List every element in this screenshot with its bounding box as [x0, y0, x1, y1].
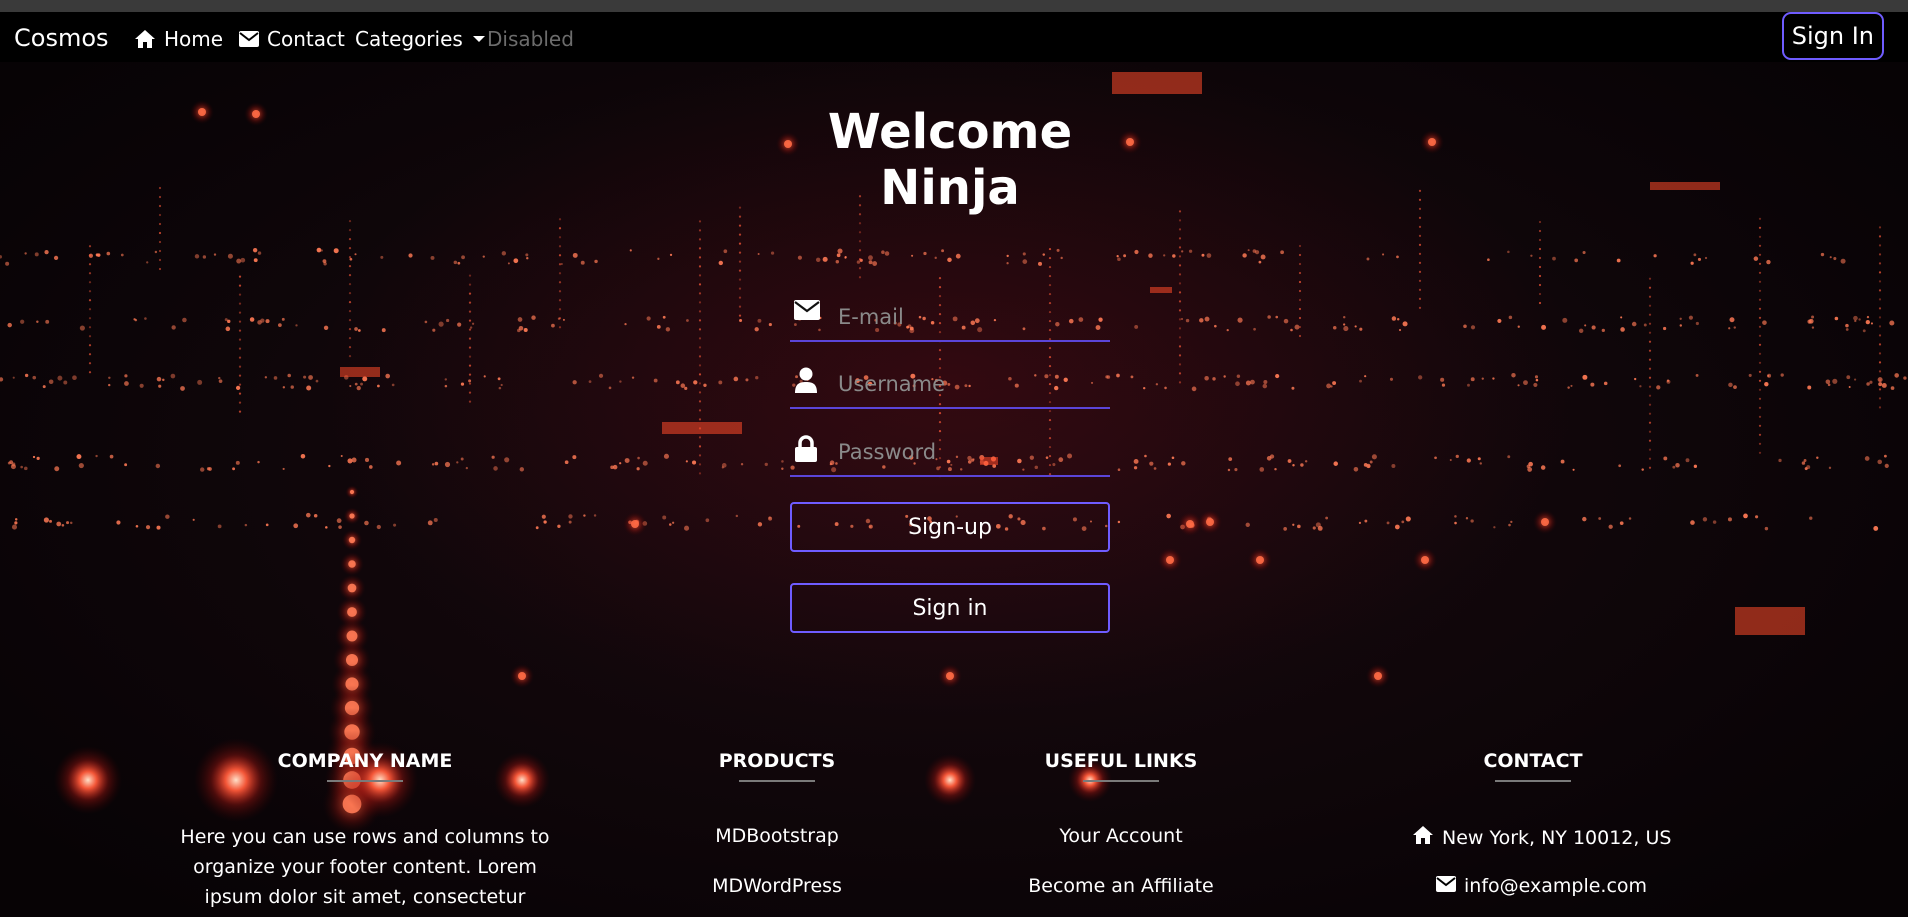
footer-company-column: COMPANY NAME	[265, 750, 465, 782]
envelope-icon	[239, 31, 259, 47]
email-field	[790, 292, 1110, 342]
signin-button[interactable]: Sign in	[790, 583, 1110, 633]
welcome-line-2: Ninja	[880, 160, 1020, 216]
footer-contact-title: CONTACT	[1483, 750, 1583, 772]
nav-contact[interactable]: Contact	[239, 27, 345, 51]
envelope-icon	[1436, 875, 1456, 897]
footer-products-title: PRODUCTS	[718, 750, 836, 772]
footer-products-column: PRODUCTS	[677, 750, 877, 782]
nav-contact-label: Contact	[267, 27, 345, 51]
footer-company-text: Here you can use rows and columns to org…	[180, 826, 550, 917]
password-field	[790, 427, 1110, 477]
nav-home-label: Home	[164, 27, 224, 51]
page: Cosmos Home Contact Categories Disabled …	[0, 0, 1908, 917]
footer-useful-link[interactable]: Become an Affiliate	[1021, 875, 1221, 897]
footer-divider	[1495, 780, 1571, 782]
nav-categories-dropdown[interactable]: Categories	[355, 27, 485, 51]
username-input[interactable]	[836, 365, 1100, 403]
welcome-heading: Welcome Ninja	[800, 104, 1100, 216]
password-input[interactable]	[836, 433, 1100, 471]
browser-top-strip	[0, 0, 1908, 12]
user-icon	[794, 367, 818, 397]
footer-divider	[327, 780, 403, 782]
footer-useful-links-title: USEFUL LINKS	[1044, 750, 1198, 772]
footer-product-link[interactable]: MDBootstrap	[677, 825, 877, 847]
footer-useful-links-column: USEFUL LINKS	[1021, 750, 1221, 782]
lock-icon	[794, 435, 818, 467]
footer-divider	[1083, 780, 1159, 782]
footer-company-title: COMPANY NAME	[277, 750, 453, 772]
footer-contact-column: CONTACT	[1433, 750, 1633, 782]
signup-button[interactable]: Sign-up	[790, 502, 1110, 552]
nav-categories-label: Categories	[355, 27, 463, 51]
footer-address: New York, NY 10012, US	[1412, 825, 1671, 850]
footer-product-link[interactable]: MDWordPress	[677, 875, 877, 897]
navbar: Cosmos Home Contact Categories Disabled …	[0, 12, 1908, 62]
footer-address-text: New York, NY 10012, US	[1442, 826, 1672, 849]
nav-disabled: Disabled	[487, 27, 574, 51]
footer-divider	[739, 780, 815, 782]
footer-email-text[interactable]: info@example.com	[1464, 875, 1647, 897]
brand-logo[interactable]: Cosmos	[14, 24, 109, 52]
footer-useful-link[interactable]: Your Account	[1021, 825, 1221, 847]
signin-nav-button[interactable]: Sign In	[1781, 12, 1884, 60]
nav-home[interactable]: Home	[134, 27, 223, 51]
home-icon	[134, 29, 156, 49]
caret-down-icon	[472, 36, 485, 42]
email-input[interactable]	[836, 298, 1100, 336]
envelope-icon	[794, 300, 820, 324]
welcome-line-1: Welcome	[827, 104, 1073, 160]
home-icon	[1412, 825, 1434, 850]
username-field	[790, 359, 1110, 409]
footer-email: info@example.com	[1436, 875, 1647, 897]
